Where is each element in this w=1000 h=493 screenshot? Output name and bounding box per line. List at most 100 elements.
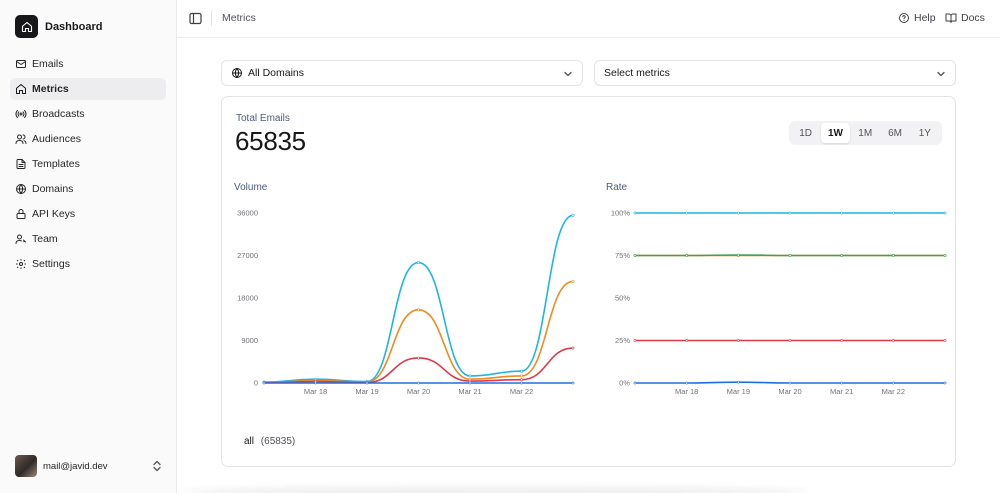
data-point bbox=[736, 253, 740, 257]
breadcrumb: Metrics bbox=[222, 12, 256, 24]
volume-chart: 0 9000 18000 27000 36000 Mar 18 Mar 19 Mar 20 Ma… bbox=[237, 209, 575, 396]
avatar bbox=[15, 455, 37, 477]
data-point bbox=[633, 254, 637, 257]
data-point bbox=[520, 381, 523, 385]
sidebar-item-settings[interactable]: Settings bbox=[10, 253, 166, 275]
chevrons-up-down-icon bbox=[153, 460, 161, 472]
domains-select[interactable]: All Domains bbox=[221, 60, 583, 86]
sidebar-item-emails[interactable]: Emails bbox=[10, 53, 166, 75]
data-point bbox=[685, 254, 689, 257]
domains-select-value: All Domains bbox=[248, 67, 305, 79]
y-tick-label: 18000 bbox=[237, 294, 258, 303]
sidebar-item-team[interactable]: Team bbox=[10, 228, 166, 250]
data-point bbox=[891, 339, 895, 342]
scroll-shadow bbox=[180, 486, 810, 493]
range-1y-button[interactable]: 1Y bbox=[910, 123, 939, 143]
data-point bbox=[468, 374, 472, 378]
data-point bbox=[633, 339, 637, 342]
data-point bbox=[840, 381, 844, 385]
book-icon bbox=[945, 13, 957, 23]
x-tick-label: Mar 20 bbox=[407, 387, 430, 396]
sidebar-item-broadcasts[interactable]: Broadcasts bbox=[10, 103, 166, 125]
sidebar-item-api-keys[interactable]: API Keys bbox=[10, 203, 166, 225]
metrics-select-value: Select metrics bbox=[604, 67, 670, 79]
data-point bbox=[685, 339, 689, 342]
docs-link[interactable]: Docs bbox=[945, 12, 985, 24]
total-emails-value: 65835 bbox=[235, 126, 306, 156]
y-tick-label: 0% bbox=[619, 379, 630, 388]
metrics-select[interactable]: Select metrics bbox=[594, 60, 956, 86]
data-point bbox=[571, 346, 575, 350]
data-point bbox=[891, 381, 895, 385]
data-point bbox=[520, 369, 523, 373]
data-point bbox=[633, 381, 637, 385]
data-point bbox=[788, 381, 792, 385]
data-point bbox=[788, 254, 792, 257]
sidebar-item-label: Templates bbox=[32, 158, 80, 170]
data-point bbox=[571, 280, 575, 283]
sidebar-nav: Emails Metrics Broadcasts Audiences Temp… bbox=[10, 53, 166, 278]
x-tick-label: Mar 19 bbox=[727, 387, 750, 396]
globe-icon bbox=[232, 68, 242, 78]
help-icon bbox=[899, 13, 909, 23]
y-tick-label: 27000 bbox=[237, 251, 258, 260]
globe-icon bbox=[15, 183, 27, 195]
legend-count: (65835) bbox=[260, 436, 296, 447]
sidebar-item-metrics[interactable]: Metrics bbox=[10, 78, 166, 100]
data-point bbox=[365, 381, 369, 385]
help-link[interactable]: Help bbox=[898, 12, 936, 24]
data-point bbox=[468, 381, 472, 385]
sidebar-item-label: Settings bbox=[32, 258, 70, 270]
range-1m-button[interactable]: 1M bbox=[851, 123, 880, 143]
brand-name: Dashboard bbox=[45, 20, 103, 33]
sidebar-item-domains[interactable]: Domains bbox=[10, 178, 166, 200]
rate-chart-title: Rate bbox=[606, 182, 628, 193]
chart-legend[interactable]: all (65835) bbox=[244, 436, 295, 447]
x-tick-label: Mar 20 bbox=[778, 387, 801, 396]
volume-chart-title: Volume bbox=[234, 182, 268, 193]
sidebar-toggle-icon[interactable] bbox=[189, 12, 202, 25]
home-logo-icon bbox=[15, 15, 38, 38]
x-tick-label: Mar 19 bbox=[355, 387, 378, 396]
sidebar-item-label: Team bbox=[32, 233, 58, 245]
sidebar: Dashboard Emails Metrics Broadcasts Audi… bbox=[0, 0, 177, 493]
data-point bbox=[417, 381, 420, 385]
chevron-down-icon bbox=[564, 71, 572, 77]
home-icon bbox=[15, 83, 27, 95]
data-point bbox=[736, 339, 740, 342]
range-1w-button[interactable]: 1W bbox=[820, 123, 851, 143]
chevron-down-icon bbox=[937, 71, 945, 77]
range-6m-button[interactable]: 6M bbox=[880, 123, 909, 143]
range-1d-button[interactable]: 1D bbox=[791, 123, 820, 143]
x-tick-label: Mar 18 bbox=[675, 387, 698, 396]
docs-label: Docs bbox=[961, 12, 985, 24]
sidebar-item-templates[interactable]: Templates bbox=[10, 153, 166, 175]
legend-label: all bbox=[244, 436, 255, 447]
data-point bbox=[840, 254, 844, 257]
user-menu[interactable]: mail@javid.dev bbox=[15, 455, 162, 477]
data-point bbox=[736, 380, 740, 384]
data-point bbox=[571, 213, 575, 217]
x-tick-label: Mar 18 bbox=[304, 387, 327, 396]
sidebar-item-label: API Keys bbox=[32, 208, 76, 220]
help-label: Help bbox=[914, 12, 936, 24]
sidebar-item-label: Metrics bbox=[32, 83, 69, 95]
sidebar-item-label: Audiences bbox=[32, 133, 82, 145]
users-icon bbox=[15, 133, 27, 145]
y-tick-label: 100% bbox=[611, 209, 631, 218]
x-tick-label: Mar 22 bbox=[510, 387, 533, 396]
sidebar-item-audiences[interactable]: Audiences bbox=[10, 128, 166, 150]
data-point bbox=[262, 381, 266, 385]
data-point bbox=[788, 339, 792, 342]
sidebar-item-label: Emails bbox=[32, 58, 64, 70]
y-tick-label: 0 bbox=[254, 379, 258, 388]
data-point bbox=[891, 254, 895, 257]
data-point bbox=[417, 356, 420, 360]
data-point bbox=[314, 381, 317, 385]
data-point bbox=[840, 211, 844, 215]
gear-icon bbox=[15, 258, 27, 270]
data-point bbox=[891, 211, 895, 215]
y-tick-label: 75% bbox=[615, 251, 630, 260]
data-point bbox=[788, 211, 792, 215]
brand[interactable]: Dashboard bbox=[15, 15, 102, 38]
